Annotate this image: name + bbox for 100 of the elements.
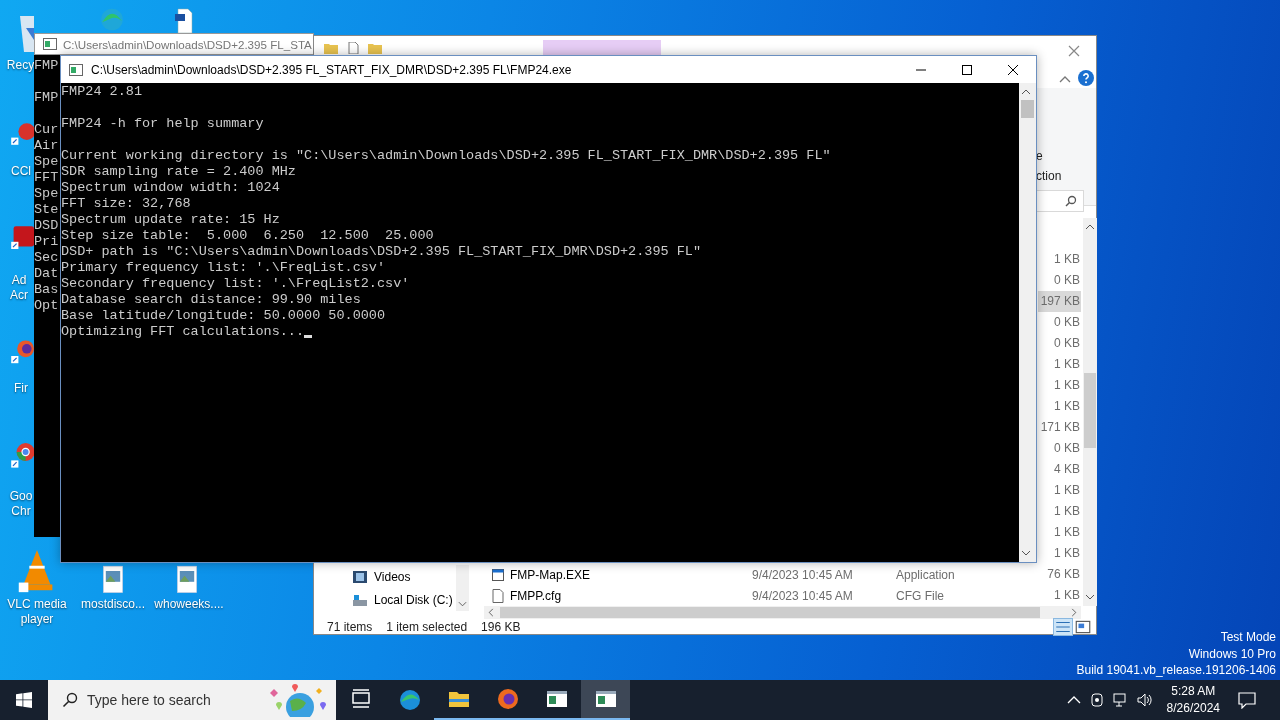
chevron-down-icon[interactable] xyxy=(458,601,467,607)
console-line: SDR sampling rate = 2.400 MHz xyxy=(61,164,296,180)
file-size[interactable]: 4 KB xyxy=(1038,459,1081,480)
window-title: C:\Users\admin\Downloads\DSD+2.395 FL_START_FIX_DMR\DSD+2.395 FL\FMP24.exe xyxy=(91,62,572,77)
scrollbar-thumb[interactable] xyxy=(1084,373,1096,448)
browser-icon xyxy=(397,688,422,712)
console-app-icon xyxy=(69,63,83,76)
notification-icon[interactable] xyxy=(1238,691,1256,709)
os-watermark-text: Build 19041.vb_release.191206-1406 xyxy=(1076,662,1276,679)
file-size[interactable]: 0 KB xyxy=(1038,333,1081,354)
search-field[interactable]: Type here to search xyxy=(48,680,336,720)
console-line: FFT xyxy=(34,170,60,186)
icon-label[interactable]: whoweeks.... xyxy=(154,597,224,612)
file-size[interactable]: 0 KB xyxy=(1038,270,1081,291)
close-icon[interactable] xyxy=(1068,45,1080,57)
details-view-icon[interactable] xyxy=(1054,618,1072,635)
console-line: Bas xyxy=(34,282,60,298)
file-size[interactable]: 1 KB xyxy=(1038,249,1081,270)
file-size[interactable]: 1 KB xyxy=(1038,543,1081,564)
chevron-up-icon[interactable] xyxy=(1085,224,1095,230)
ribbon-label[interactable]: e xyxy=(1036,149,1096,163)
file-size[interactable]: 1 KB xyxy=(1038,375,1081,396)
taskbar-app[interactable] xyxy=(581,680,630,720)
file-icon xyxy=(492,588,504,603)
console-line: FFT size: 32,768 xyxy=(61,196,191,212)
chevron-down-icon[interactable] xyxy=(1021,550,1031,556)
console-line: Secondary frequency list: '.\FreqList2.csv' xyxy=(61,276,410,292)
nav-item[interactable]: Videos xyxy=(314,565,411,588)
file-size[interactable]: 1 KB xyxy=(1038,522,1081,543)
ribbon-label[interactable]: ction xyxy=(1036,169,1096,183)
console-line: Database search distance: 99.90 miles xyxy=(61,292,361,308)
icon-label[interactable]: mostdisco... xyxy=(81,597,145,612)
file-size[interactable]: 1 KB xyxy=(1038,501,1081,522)
film-icon xyxy=(352,569,368,584)
chevron-right-icon[interactable] xyxy=(1071,608,1077,617)
fox-icon xyxy=(495,687,520,711)
scrollbar[interactable] xyxy=(456,565,469,611)
search-icon xyxy=(62,692,78,708)
file-type: Application xyxy=(896,567,955,582)
chevron-up-icon[interactable] xyxy=(1021,89,1031,95)
scrollbar[interactable] xyxy=(484,606,1081,619)
console-line: Opt xyxy=(34,298,60,314)
clock-date: 8/26/2024 xyxy=(1166,700,1220,717)
file-size[interactable]: 0 KB xyxy=(1038,312,1081,333)
file-name[interactable]: FMPP.cfg xyxy=(492,588,562,603)
file-date: 9/4/2023 10:45 AM xyxy=(752,567,853,582)
search-field[interactable] xyxy=(1036,190,1084,212)
console-line: Optimizing FFT calculations... xyxy=(61,324,305,340)
file-type: CFG File xyxy=(896,588,944,603)
close-icon xyxy=(1007,63,1019,76)
console-line: Sec xyxy=(34,250,60,266)
icon-label[interactable]: Chr xyxy=(11,504,31,519)
help-icon[interactable] xyxy=(1078,70,1094,86)
icon-label[interactable]: Ad xyxy=(11,273,27,288)
scrollbar-thumb[interactable] xyxy=(1021,100,1034,118)
console-line: Step size table: 5.000 6.250 12.500 25.000 xyxy=(61,228,434,244)
icon-label[interactable]: Fir xyxy=(14,381,28,396)
chevron-down-icon[interactable] xyxy=(1085,594,1095,600)
network-icon[interactable] xyxy=(1112,692,1129,708)
icon-label[interactable]: Acr xyxy=(10,288,28,303)
chevron-left-icon[interactable] xyxy=(488,608,494,617)
clock[interactable]: 5:28 AM 8/26/2024 xyxy=(1166,683,1220,717)
file-size[interactable]: 0 KB xyxy=(1038,438,1081,459)
document-icon[interactable] xyxy=(346,42,360,54)
icon-label[interactable]: CCl xyxy=(11,164,31,179)
item-count: 71 items xyxy=(327,619,373,634)
scrollbar[interactable] xyxy=(1083,218,1097,606)
os-watermark-text: Windows 10 Pro xyxy=(1188,645,1276,662)
file-size[interactable]: 1 KB xyxy=(1038,396,1081,417)
console-line: Spectrum window width: 1024 xyxy=(61,180,280,196)
console-line: DSD xyxy=(34,218,60,234)
scrollbar-thumb[interactable] xyxy=(500,607,1040,618)
console-line: Pri xyxy=(34,234,60,250)
file-size[interactable]: 197 KB xyxy=(1038,291,1081,312)
speaker-icon[interactable] xyxy=(1136,692,1153,708)
file-name[interactable]: FMP-Map.EXE xyxy=(492,567,590,582)
tiles-view-icon[interactable] xyxy=(1074,618,1092,635)
console-line: FMP24 2.81 xyxy=(61,84,142,100)
console-line: Base latitude/longitude: 50.0000 50.0000 xyxy=(61,308,386,324)
file-size[interactable]: 1 KB xyxy=(1038,585,1081,606)
console-line: Current working directory is "C:\Users\admin\Downloads\DSD+2.395 FL_START_FIX_DMR\DSD+2.395 FL" xyxy=(61,148,831,164)
icon-label[interactable]: Recy xyxy=(6,58,35,73)
console-line: Dat xyxy=(34,266,60,282)
file-size[interactable]: 171 KB xyxy=(1038,417,1081,438)
file-size[interactable]: 76 KB xyxy=(1038,564,1081,585)
icon-label[interactable]: Goo xyxy=(9,489,33,504)
console-line: Cur xyxy=(34,122,60,138)
file-size[interactable]: 1 KB xyxy=(1038,480,1081,501)
scrollbar[interactable] xyxy=(1019,83,1036,562)
maximize-icon xyxy=(961,63,973,76)
console-line: DSD+ path is "C:\Users\admin\Downloads\DSD+2.395 FL_START_FIX_DMR\DSD+2.395 FL" xyxy=(61,244,701,260)
icon-label[interactable]: player xyxy=(20,612,54,627)
selection-size: 196 KB xyxy=(481,619,521,634)
window-title: C:\Users\admin\Downloads\DSD+2.395 FL_STA xyxy=(63,37,312,51)
nav-item[interactable]: Local Disk (C:) xyxy=(314,588,453,611)
os-watermark-text: Test Mode xyxy=(1220,629,1276,646)
console-app-icon xyxy=(43,38,57,50)
icon-label[interactable]: VLC media xyxy=(7,597,67,612)
file-size[interactable]: 1 KB xyxy=(1038,354,1081,375)
device-icon[interactable] xyxy=(1088,692,1105,708)
